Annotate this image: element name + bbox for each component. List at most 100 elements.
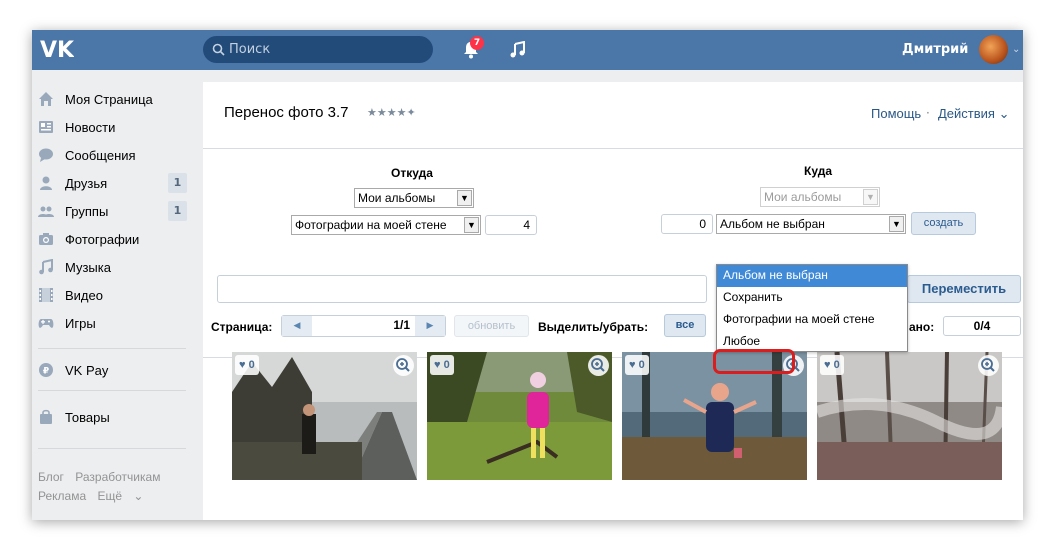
sidebar-item-video[interactable]: Видео <box>32 281 192 309</box>
news-icon <box>39 121 53 133</box>
to-album-value: Альбом не выбран <box>720 217 825 231</box>
sidebar-item-friends[interactable]: Друзья 1 <box>32 169 192 197</box>
friends-icon <box>40 176 52 190</box>
sidebar-footer-row-2: Реклама Ещё ⌄ <box>38 489 159 503</box>
home-icon <box>39 92 53 106</box>
selected-label: ано: <box>909 320 935 334</box>
sidebar-item-label: Сообщения <box>65 148 136 163</box>
sidebar-item-label: Моя Страница <box>65 92 153 107</box>
page-value: 1/1 <box>393 318 410 332</box>
photo-thumbnail[interactable]: ♥ 0 <box>232 352 417 480</box>
chevron-down-icon: ▼ <box>863 189 878 205</box>
blog-link[interactable]: Блог <box>38 470 64 484</box>
move-button[interactable]: Переместить <box>907 275 1021 303</box>
sidebar-item-label: Группы <box>65 204 109 219</box>
sidebar-item-news[interactable]: Новости <box>32 113 192 141</box>
dropdown-option[interactable]: Альбом не выбран <box>717 265 907 287</box>
select-all-button[interactable]: все <box>664 314 706 337</box>
page-label: Страница: <box>211 320 273 334</box>
sidebar-item-label: Новости <box>65 120 116 135</box>
from-source-select[interactable]: Мои альбомы ▼ <box>354 188 474 208</box>
to-source-select[interactable]: Мои альбомы ▼ <box>760 187 880 207</box>
music-icon[interactable] <box>509 41 527 59</box>
photo-image <box>232 352 417 480</box>
friends-count-badge: 1 <box>168 173 187 193</box>
photo-image <box>427 352 612 480</box>
actions-menu[interactable]: Действия ⌄ <box>938 106 1010 122</box>
from-album-select[interactable]: Фотографии на моей стене ▼ <box>291 215 481 235</box>
chevron-down-icon[interactable]: ⌄ <box>1012 44 1020 55</box>
vk-logo-icon[interactable]: VK <box>40 38 74 60</box>
sidebar-divider <box>38 348 186 349</box>
more-link-label: Ещё <box>97 489 123 503</box>
selected-count: 0/4 <box>943 316 1021 336</box>
chevron-down-icon: ▼ <box>889 216 904 232</box>
developers-link[interactable]: Разработчикам <box>75 470 160 484</box>
actions-label: Действия <box>938 106 995 121</box>
app-title: Перенос фото 3.7 <box>224 104 349 121</box>
annotation-highlight <box>713 349 795 374</box>
photo-thumbnail[interactable]: ♥ 0 <box>427 352 612 480</box>
next-page-icon[interactable]: ▶ <box>415 316 445 336</box>
select-toggle-label: Выделить/убрать: <box>538 320 649 334</box>
create-album-button[interactable]: создать <box>911 212 976 235</box>
heart-icon: ♥ <box>434 359 441 371</box>
app-panel: Перенос фото 3.7 ★★★★✦ Помощь · Действия… <box>203 82 1023 520</box>
zoom-icon[interactable] <box>393 355 414 376</box>
like-badge[interactable]: ♥ 0 <box>820 355 844 375</box>
sidebar-item-label: Игры <box>65 316 96 331</box>
sidebar: Моя Страница Новости Сообщения Друзья 1 … <box>32 70 202 520</box>
to-album-select[interactable]: Альбом не выбран ▼ <box>716 214 906 234</box>
help-link[interactable]: Помощь <box>871 106 921 121</box>
more-link[interactable]: Ещё ⌄ <box>97 489 151 503</box>
pager: ◀ 1/1 ▶ <box>281 315 446 337</box>
photo-thumbnail[interactable]: ♥ 0 <box>817 352 1002 480</box>
sidebar-item-label: Товары <box>65 410 110 425</box>
user-name[interactable]: Дмитрий <box>902 42 968 57</box>
like-badge[interactable]: ♥ 0 <box>235 355 259 375</box>
music-icon <box>39 259 53 275</box>
photo-image <box>817 352 1002 480</box>
search-input[interactable] <box>229 41 424 58</box>
search-box[interactable] <box>203 36 433 63</box>
like-count: 0 <box>638 359 645 371</box>
sidebar-item-my-page[interactable]: Моя Страница <box>32 85 192 113</box>
refresh-button[interactable]: обновить <box>454 315 529 337</box>
sidebar-item-label: Видео <box>65 288 103 303</box>
dropdown-option[interactable]: Сохранить <box>717 287 907 309</box>
sidebar-item-messages[interactable]: Сообщения <box>32 141 192 169</box>
to-count-field: 0 <box>661 214 713 234</box>
sidebar-item-label: Музыка <box>65 260 111 275</box>
browser-frame: VK 7 Дмитрий ⌄ Моя Страница <box>32 30 1023 520</box>
sidebar-item-vk-pay[interactable]: ₽ VK Pay <box>32 356 192 384</box>
zoom-icon[interactable] <box>978 355 999 376</box>
sidebar-item-games[interactable]: Игры <box>32 309 192 337</box>
prev-page-icon[interactable]: ◀ <box>282 316 312 336</box>
like-count: 0 <box>833 359 840 371</box>
sidebar-footer-row-1: Блог Разработчикам <box>38 470 168 484</box>
ads-link[interactable]: Реклама <box>38 489 86 503</box>
separator-dot: · <box>926 106 930 120</box>
sidebar-item-groups[interactable]: Группы 1 <box>32 197 192 225</box>
groups-count-badge: 1 <box>168 201 187 221</box>
search-icon <box>212 43 225 56</box>
sidebar-item-goods[interactable]: Товары <box>32 403 192 431</box>
video-icon <box>39 288 53 302</box>
heart-icon: ♥ <box>629 359 636 371</box>
sidebar-divider <box>38 448 186 449</box>
dropdown-option[interactable]: Фотографии на моей стене <box>717 309 907 331</box>
album-dropdown-list: Альбом не выбран Сохранить Фотографии на… <box>716 264 908 352</box>
bag-icon <box>40 409 52 424</box>
vkpay-icon: ₽ <box>39 363 53 377</box>
zoom-icon[interactable] <box>588 355 609 376</box>
sidebar-item-music[interactable]: Музыка <box>32 253 192 281</box>
chevron-down-icon: ▼ <box>457 190 472 206</box>
like-badge[interactable]: ♥ 0 <box>625 355 649 375</box>
chevron-down-icon: ⌄ <box>133 489 144 503</box>
sidebar-item-label: VK Pay <box>65 363 109 378</box>
like-badge[interactable]: ♥ 0 <box>430 355 454 375</box>
avatar[interactable] <box>979 35 1008 64</box>
top-bar: VK 7 Дмитрий ⌄ <box>32 30 1023 70</box>
from-album-value: Фотографии на моей стене <box>295 218 447 232</box>
sidebar-item-photos[interactable]: Фотографии <box>32 225 192 253</box>
